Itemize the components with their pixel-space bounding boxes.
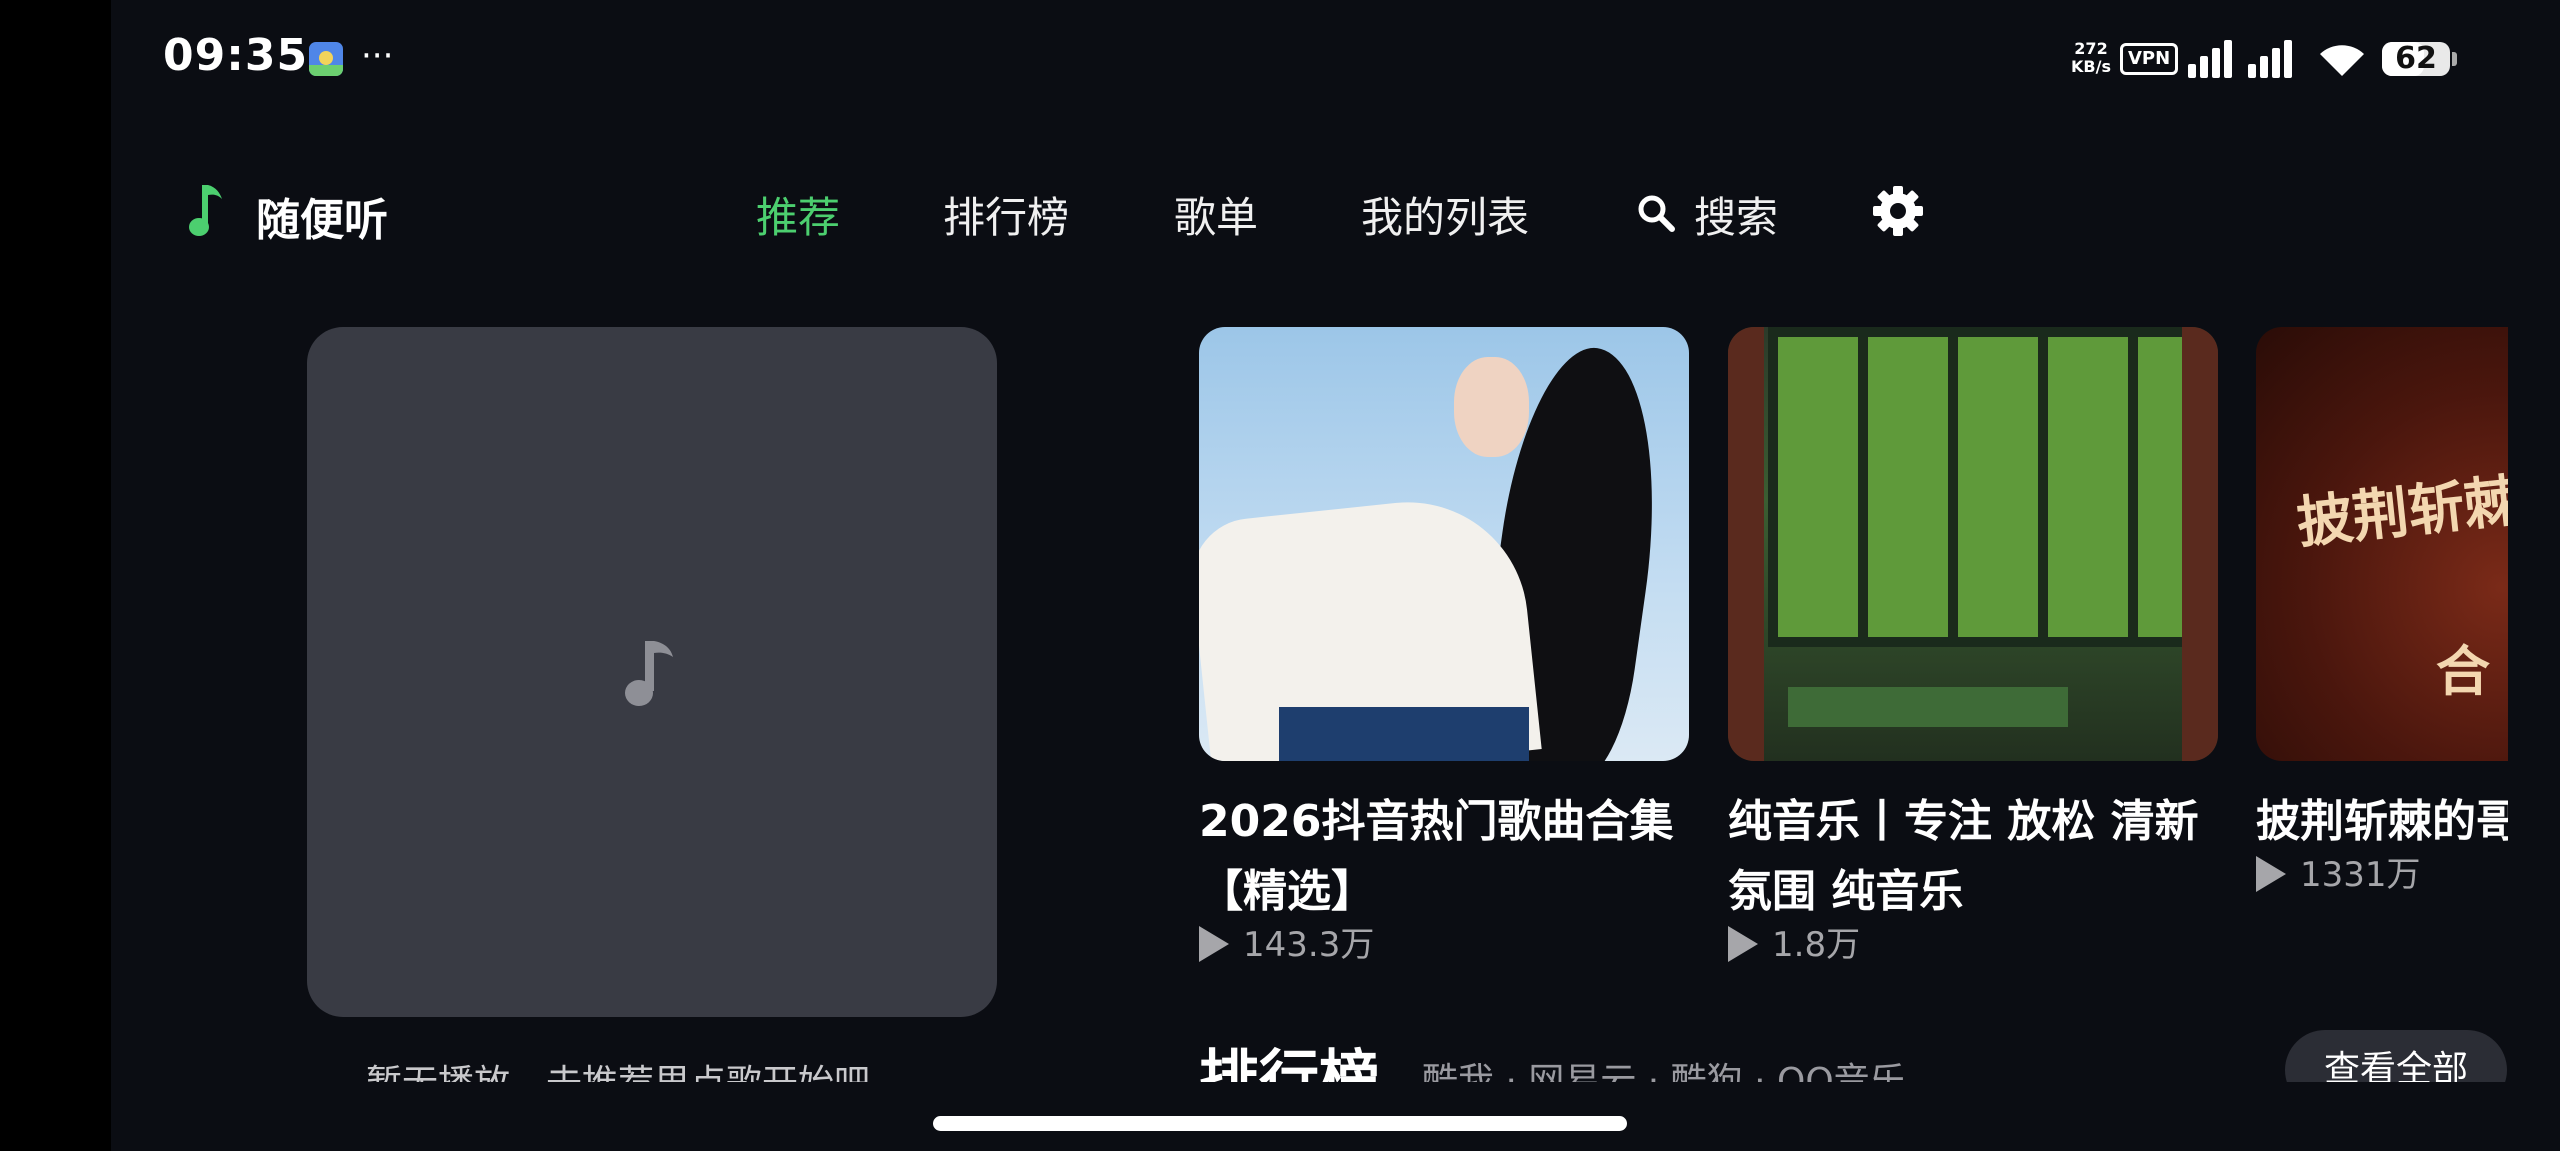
signal-icon-2 — [2248, 40, 2302, 78]
play-icon — [1728, 926, 1758, 962]
music-note-icon — [189, 185, 222, 236]
playlist-card[interactable]: 2026抖音热门歌曲合集【精选】 143.3万 — [1199, 327, 1689, 965]
playlist-title[interactable]: 纯音乐丨专注 放松 清新 氛围 纯音乐 — [1728, 787, 2228, 927]
network-speed: 272 KB/s — [2066, 40, 2116, 76]
vpn-badge: VPN — [2120, 43, 2179, 75]
status-time: 09:35 — [163, 30, 309, 81]
left-black-bar — [0, 0, 111, 1151]
playlist-card[interactable]: 披荆斩棘 合 披荆斩棘的哥哥 1331万 — [2256, 327, 2508, 895]
music-note-icon — [625, 641, 673, 706]
play-icon — [1199, 926, 1229, 962]
signal-icon — [2188, 40, 2242, 78]
tab-search[interactable]: 搜索 — [1694, 184, 1778, 245]
playlist-plays: 1331万 — [2256, 847, 2421, 896]
play-count: 1331万 — [2300, 855, 2421, 895]
cover-text: 披荆斩棘 — [2293, 468, 2508, 557]
playlist-cover[interactable] — [1728, 327, 2218, 761]
play-count: 1.8万 — [1772, 925, 1861, 965]
playlist-plays: 1.8万 — [1728, 917, 1860, 966]
tab-my-list[interactable]: 我的列表 — [1361, 184, 1529, 245]
playlist-card-clip: 披荆斩棘 合 披荆斩棘的哥哥 1331万 — [2256, 327, 2508, 967]
network-speed-unit: KB/s — [2071, 57, 2111, 76]
network-speed-value: 272 — [2074, 39, 2108, 58]
battery-level: 62 — [2395, 41, 2437, 76]
battery-icon: 62 — [2382, 42, 2450, 76]
now-playing-card — [307, 327, 997, 1017]
battery-tip — [2452, 52, 2457, 66]
tab-recommend[interactable]: 推荐 — [756, 184, 840, 245]
gear-icon[interactable] — [1871, 184, 1925, 238]
cover-text-2: 合 — [2436, 640, 2490, 703]
tab-charts[interactable]: 排行榜 — [943, 184, 1069, 245]
playlist-cover[interactable]: 披荆斩棘 合 — [2256, 327, 2508, 761]
home-indicator[interactable] — [933, 1116, 1627, 1131]
app-name: 随便听 — [256, 195, 388, 246]
tab-playlists[interactable]: 歌单 — [1174, 184, 1258, 245]
wifi-icon — [2320, 45, 2364, 76]
playlist-card[interactable]: 纯音乐丨专注 放松 清新 氛围 纯音乐 1.8万 — [1728, 327, 2218, 965]
search-icon[interactable] — [1636, 193, 1676, 233]
playlist-title[interactable]: 2026抖音热门歌曲合集【精选】 — [1199, 787, 1699, 927]
gallery-notification-icon — [309, 42, 343, 76]
playlist-cover[interactable] — [1199, 327, 1689, 761]
play-icon — [2256, 856, 2286, 892]
playlist-plays: 143.3万 — [1199, 917, 1374, 966]
play-count: 143.3万 — [1243, 925, 1375, 965]
more-notifications-icon: ··· — [361, 36, 394, 76]
